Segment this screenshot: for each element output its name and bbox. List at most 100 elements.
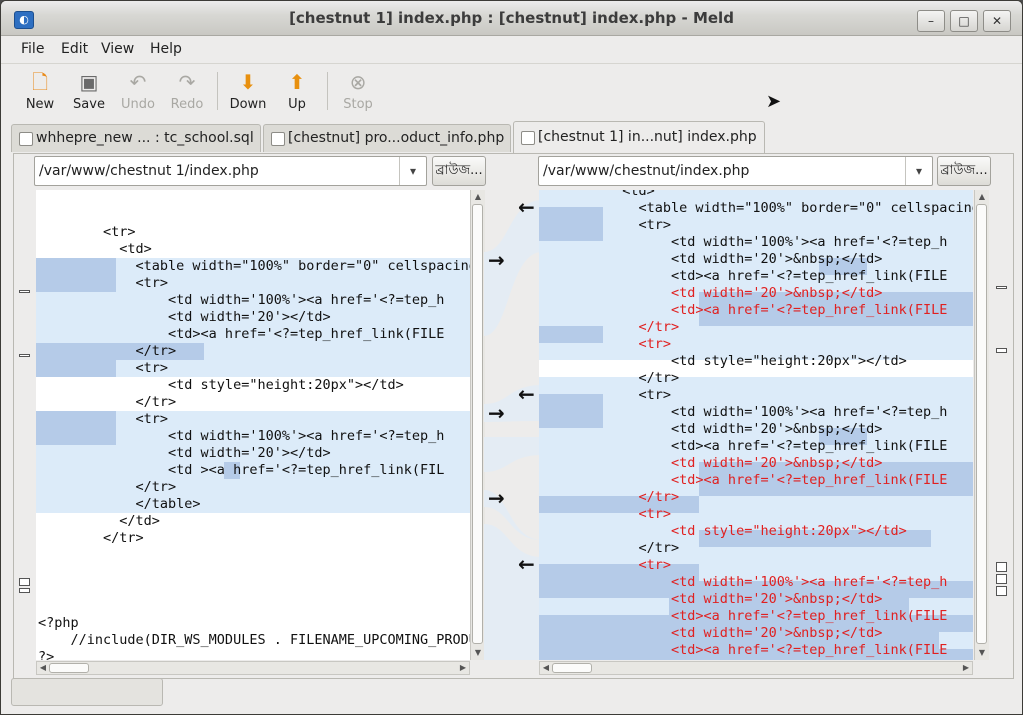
code-line[interactable]: <tr> <box>38 224 136 241</box>
new-button[interactable]: 🗋 New <box>14 70 66 112</box>
code-line[interactable]: </tr> <box>38 394 177 411</box>
tab-product-info[interactable]: [chestnut] pro...oduct_info.php✕ <box>263 124 511 152</box>
code-line[interactable]: </tr> <box>38 343 177 360</box>
push-right-arrow-icon[interactable]: → <box>488 486 505 510</box>
code-line[interactable]: <td width='20'>&nbsp;</td> <box>541 421 882 438</box>
code-line[interactable]: <td width='20'>&nbsp;</td> <box>541 455 882 472</box>
undo-button[interactable]: ↶ Undo <box>112 70 164 112</box>
code-line[interactable]: <td width='20'>&nbsp;</td> <box>541 591 882 608</box>
code-line[interactable]: <td style="height:20px"></td> <box>541 523 907 540</box>
change-marker[interactable] <box>19 578 30 586</box>
code-line[interactable]: <tr> <box>541 387 672 404</box>
code-line[interactable]: <tr> <box>38 411 169 428</box>
left-browse-button[interactable]: ব্রাউজ... <box>432 156 486 186</box>
code-line[interactable]: <td> <box>541 190 655 200</box>
left-change-map[interactable] <box>14 190 36 660</box>
save-button[interactable]: ▣ Save <box>63 70 115 112</box>
maximize-button[interactable]: □ <box>950 10 978 32</box>
push-right-arrow-icon[interactable]: → <box>488 248 505 272</box>
code-line[interactable]: <td><a href='<?=tep_href_link(FILE <box>541 608 947 625</box>
code-line[interactable]: <td width='20'></td> <box>38 309 331 326</box>
scroll-up-arrow-icon[interactable]: ▲ <box>471 190 485 204</box>
scroll-thumb[interactable] <box>552 663 592 673</box>
code-line[interactable]: <tr> <box>541 217 672 234</box>
code-line[interactable]: <td><a href='<?=tep_href_link(FILE <box>541 472 947 489</box>
code-line[interactable]: <table width="100%" border="0" cellspaci… <box>38 258 470 275</box>
code-line[interactable]: </tr> <box>541 540 680 557</box>
right-file-path[interactable]: /var/www/chestnut/index.php ▾ <box>538 156 933 186</box>
code-line[interactable]: <table width="100%" border="0" cellspaci… <box>541 200 973 217</box>
change-marker[interactable] <box>996 286 1007 289</box>
title-bar[interactable]: ◐ [chestnut 1] index.php : [chestnut] in… <box>1 1 1022 36</box>
right-browse-button[interactable]: ব্রাউজ... <box>937 156 991 186</box>
right-code-pane[interactable]: <td> <table width="100%" border="0" cell… <box>539 190 973 660</box>
code-line[interactable]: </tr> <box>38 530 144 547</box>
code-line[interactable]: </tr> <box>541 370 680 387</box>
left-vertical-scrollbar[interactable]: ▲ ▼ <box>470 190 485 660</box>
code-line[interactable]: <td style="height:20px"></td> <box>541 353 907 370</box>
minimize-button[interactable]: – <box>917 10 945 32</box>
code-line[interactable]: </td> <box>38 513 160 530</box>
code-line[interactable]: <td width='100%'><a href='<?=tep_h <box>38 292 444 309</box>
code-line[interactable]: <td><a href='<?=tep_href_link(FILE <box>541 302 947 319</box>
code-line[interactable]: <td width='20'></td> <box>38 445 331 462</box>
code-line[interactable]: <td width='20'>&nbsp;</td> <box>541 251 882 268</box>
code-line[interactable]: <td width='100%'><a href='<?=tep_h <box>38 428 444 445</box>
change-marker[interactable] <box>996 348 1007 353</box>
code-line[interactable]: <td><a href='<?=tep_href_link(FILE <box>541 268 947 285</box>
menu-help[interactable]: Help <box>150 41 182 57</box>
code-line[interactable]: <td style="height:20px"></td> <box>38 377 404 394</box>
change-marker[interactable] <box>19 588 30 593</box>
code-line[interactable]: <tr> <box>38 275 169 292</box>
change-marker[interactable] <box>996 586 1007 596</box>
code-line[interactable]: </table> <box>38 496 201 513</box>
code-line[interactable]: </tr> <box>541 489 680 506</box>
scroll-thumb[interactable] <box>472 204 483 644</box>
scroll-thumb[interactable] <box>976 204 987 644</box>
code-line[interactable]: <tr> <box>541 506 672 523</box>
code-line[interactable]: //include(DIR_WS_MODULES . FILENAME_UPCO… <box>38 632 471 649</box>
change-marker[interactable] <box>996 574 1007 584</box>
code-line[interactable]: <td><a href='<?=tep_href_link(FILE <box>541 438 947 455</box>
code-line[interactable]: <td><a href='<?=tep_href_link(FILE <box>38 326 444 343</box>
code-line[interactable]: ?> <box>38 649 54 660</box>
stop-button[interactable]: ⊗ Stop <box>332 70 384 112</box>
diff-connector-area[interactable]: ← → → ← → ← <box>484 190 542 660</box>
right-change-map[interactable] <box>991 190 1013 660</box>
code-line[interactable]: <?php <box>38 615 79 632</box>
down-button[interactable]: ⬇ Down <box>222 70 274 112</box>
push-left-arrow-icon[interactable]: ← <box>518 195 535 219</box>
scroll-left-arrow-icon[interactable]: ◀ <box>37 662 49 674</box>
code-line[interactable]: <tr> <box>541 557 672 574</box>
scroll-right-arrow-icon[interactable]: ▶ <box>960 662 972 674</box>
left-horizontal-scrollbar[interactable]: ◀ ▶ <box>36 661 470 675</box>
code-line[interactable]: <td> <box>38 241 152 258</box>
menu-view[interactable]: View <box>101 41 134 57</box>
scroll-right-arrow-icon[interactable]: ▶ <box>457 662 469 674</box>
scroll-up-arrow-icon[interactable]: ▲ <box>975 190 989 204</box>
code-line[interactable]: <td width='100%'><a href='<?=tep_h <box>541 404 947 421</box>
code-line[interactable]: <td width='100%'><a href='<?=tep_h <box>541 574 947 591</box>
change-marker[interactable] <box>19 354 30 357</box>
tab-index-php[interactable]: [chestnut 1] in...nut] index.php✕ <box>513 121 765 154</box>
code-line[interactable]: </tr> <box>541 319 680 336</box>
push-left-arrow-icon[interactable]: ← <box>518 382 535 406</box>
right-vertical-scrollbar[interactable]: ▲ ▼ <box>974 190 989 660</box>
chevron-down-icon[interactable]: ▾ <box>905 157 932 185</box>
scroll-down-arrow-icon[interactable]: ▼ <box>471 646 485 660</box>
scroll-thumb[interactable] <box>49 663 89 673</box>
code-line[interactable]: </tr> <box>38 479 177 496</box>
push-right-arrow-icon[interactable]: → <box>488 401 505 425</box>
left-code-pane[interactable]: <tr> <td> <table width="100%" border="0"… <box>36 190 470 660</box>
menu-file[interactable]: File <box>21 41 44 57</box>
code-line[interactable]: <tr> <box>541 336 672 353</box>
up-button[interactable]: ⬆ Up <box>271 70 323 112</box>
change-marker[interactable] <box>996 562 1007 572</box>
scroll-down-arrow-icon[interactable]: ▼ <box>975 646 989 660</box>
code-line[interactable]: <td width='20'>&nbsp;</td> <box>541 625 882 642</box>
chevron-down-icon[interactable]: ▾ <box>399 157 426 185</box>
right-horizontal-scrollbar[interactable]: ◀ ▶ <box>539 661 973 675</box>
change-marker[interactable] <box>19 290 30 293</box>
code-line[interactable]: <tr> <box>38 360 169 377</box>
scroll-left-arrow-icon[interactable]: ◀ <box>540 662 552 674</box>
